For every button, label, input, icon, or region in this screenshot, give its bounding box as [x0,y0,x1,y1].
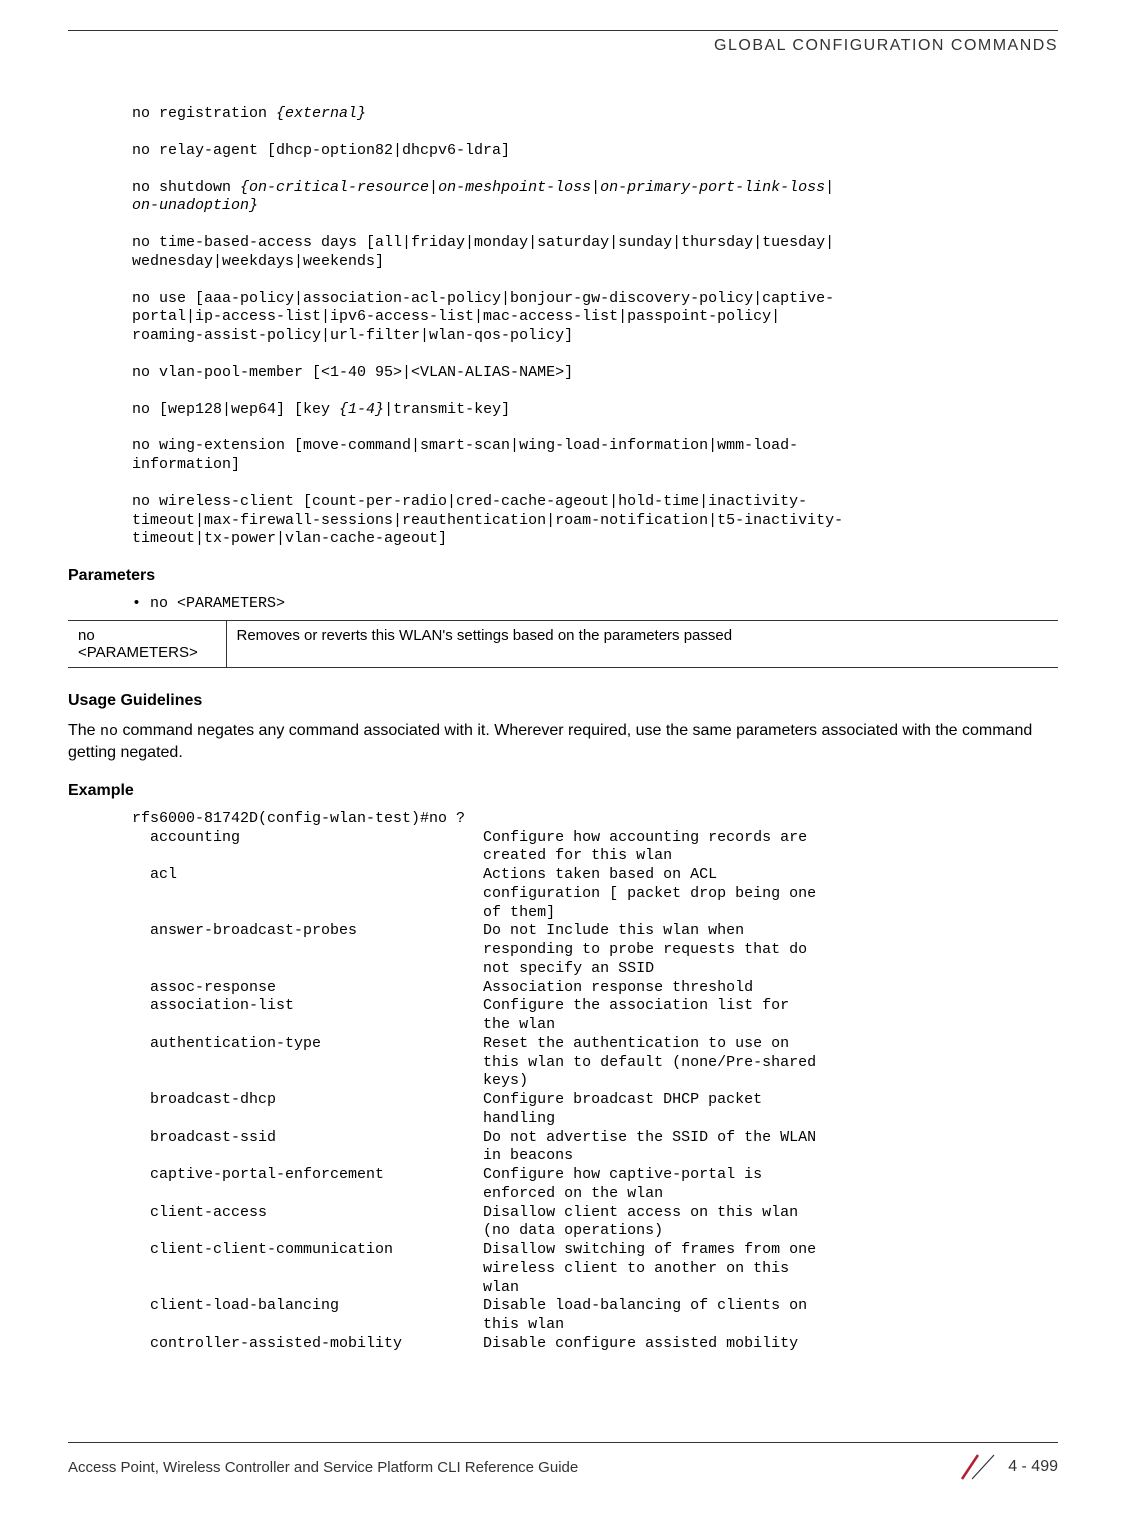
usage-heading: Usage Guidelines [68,692,1058,710]
footer-mark-icon [960,1453,996,1481]
parameter-bullet: • no <PARAMETERS> [132,595,1058,612]
param-desc-cell: Removes or reverts this WLAN's settings … [226,621,1058,668]
example-output: rfs6000-81742D(config-wlan-test)#no ? ac… [132,810,1058,1354]
code-param: {1-4} [339,401,384,418]
usage-post: command negates any command associated w… [68,722,1032,761]
code-text: no [wep128|wep64] [key [132,401,339,418]
doc-title: Access Point, Wireless Controller and Se… [68,1459,578,1476]
header-rule [68,30,1058,31]
syntax-line-wep: no [wep128|wep64] [key {1-4}|transmit-ke… [132,401,1058,420]
code-text: no registration [132,105,276,122]
page-footer: Access Point, Wireless Controller and Se… [68,1442,1058,1481]
usage-pre: The [68,722,100,739]
code-text: no shutdown [132,179,240,196]
code-text: |transmit-key] [384,401,510,418]
usage-mono: no [100,723,118,740]
syntax-line-relay-agent: no relay-agent [dhcp-option82|dhcpv6-ldr… [132,142,1058,161]
syntax-line-wing-extension: no wing-extension [move-command|smart-sc… [132,437,1058,475]
syntax-line-wireless-client: no wireless-client [count-per-radio|cred… [132,493,1058,549]
footer-rule [68,1442,1058,1443]
syntax-line-registration: no registration {external} [132,105,1058,124]
footer-row: Access Point, Wireless Controller and Se… [68,1453,1058,1481]
syntax-line-use: no use [aaa-policy|association-acl-polic… [132,290,1058,346]
parameters-heading: Parameters [68,567,1058,585]
content-area: no registration {external} no relay-agen… [132,105,1058,1354]
param-name-cell: no <PARAMETERS> [68,621,226,668]
example-heading: Example [68,782,1058,800]
syntax-line-shutdown: no shutdown {on-critical-resource|on-mes… [132,179,1058,217]
code-param: {external} [276,105,366,122]
page-number: 4 - 499 [1008,1458,1058,1476]
syntax-line-time-based-access: no time-based-access days [all|friday|mo… [132,234,1058,272]
usage-paragraph: The no command negates any command assoc… [68,720,1058,764]
footer-right: 4 - 499 [960,1453,1058,1481]
parameters-table: no <PARAMETERS> Removes or reverts this … [68,620,1058,668]
chapter-title: GLOBAL CONFIGURATION COMMANDS [68,37,1058,55]
syntax-line-vlan-pool: no vlan-pool-member [<1-40 95>|<VLAN-ALI… [132,364,1058,383]
table-row: no <PARAMETERS> Removes or reverts this … [68,621,1058,668]
